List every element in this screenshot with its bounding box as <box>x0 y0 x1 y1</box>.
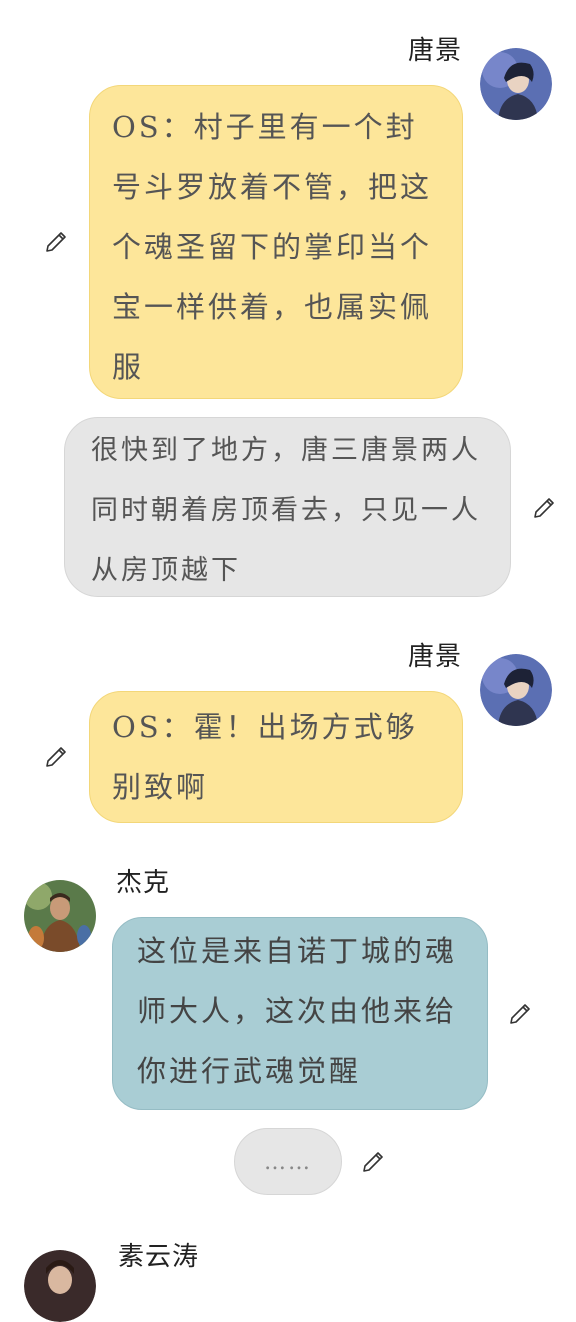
message-bubble-dialogue: 这位是来自诺丁城的魂师大人，这次由他来给你进行武魂觉醒 <box>112 917 488 1110</box>
message-text: OS：霍！出场方式够别致啊 <box>112 710 418 804</box>
speaker-name-tangjing: 唐景 <box>407 36 462 66</box>
avatar-tangjing[interactable] <box>480 48 552 120</box>
pencil-icon[interactable] <box>532 496 556 520</box>
avatar-suyuntao[interactable] <box>24 1250 96 1322</box>
speaker-name-jieke: 杰克 <box>116 868 171 898</box>
pencil-icon[interactable] <box>44 230 68 254</box>
pencil-icon[interactable] <box>508 1002 532 1026</box>
pencil-icon[interactable] <box>361 1150 385 1174</box>
message-bubble-thought: OS：村子里有一个封号斗罗放着不管，把这个魂圣留下的掌印当个宝一样供着，也属实佩… <box>89 85 463 399</box>
message-bubble-narration: 很快到了地方，唐三唐景两人同时朝着房顶看去，只见一人从房顶越下 <box>64 417 511 597</box>
message-text: OS：村子里有一个封号斗罗放着不管，把这个魂圣留下的掌印当个宝一样供着，也属实佩… <box>112 110 433 384</box>
pencil-icon[interactable] <box>44 745 68 769</box>
speaker-name-suyuntao: 素云涛 <box>118 1242 200 1272</box>
speaker-name-tangjing: 唐景 <box>407 642 462 672</box>
message-text: 这位是来自诺丁城的魂师大人，这次由他来给你进行武魂觉醒 <box>137 934 458 1088</box>
message-text: 很快到了地方，唐三唐景两人同时朝着房顶看去，只见一人从房顶越下 <box>91 435 481 586</box>
message-text: …… <box>264 1150 312 1175</box>
avatar-jieke[interactable] <box>24 880 96 952</box>
avatar-tangjing[interactable] <box>480 654 552 726</box>
message-bubble-thought: OS：霍！出场方式够别致啊 <box>89 691 463 823</box>
message-bubble-placeholder: …… <box>234 1128 342 1195</box>
